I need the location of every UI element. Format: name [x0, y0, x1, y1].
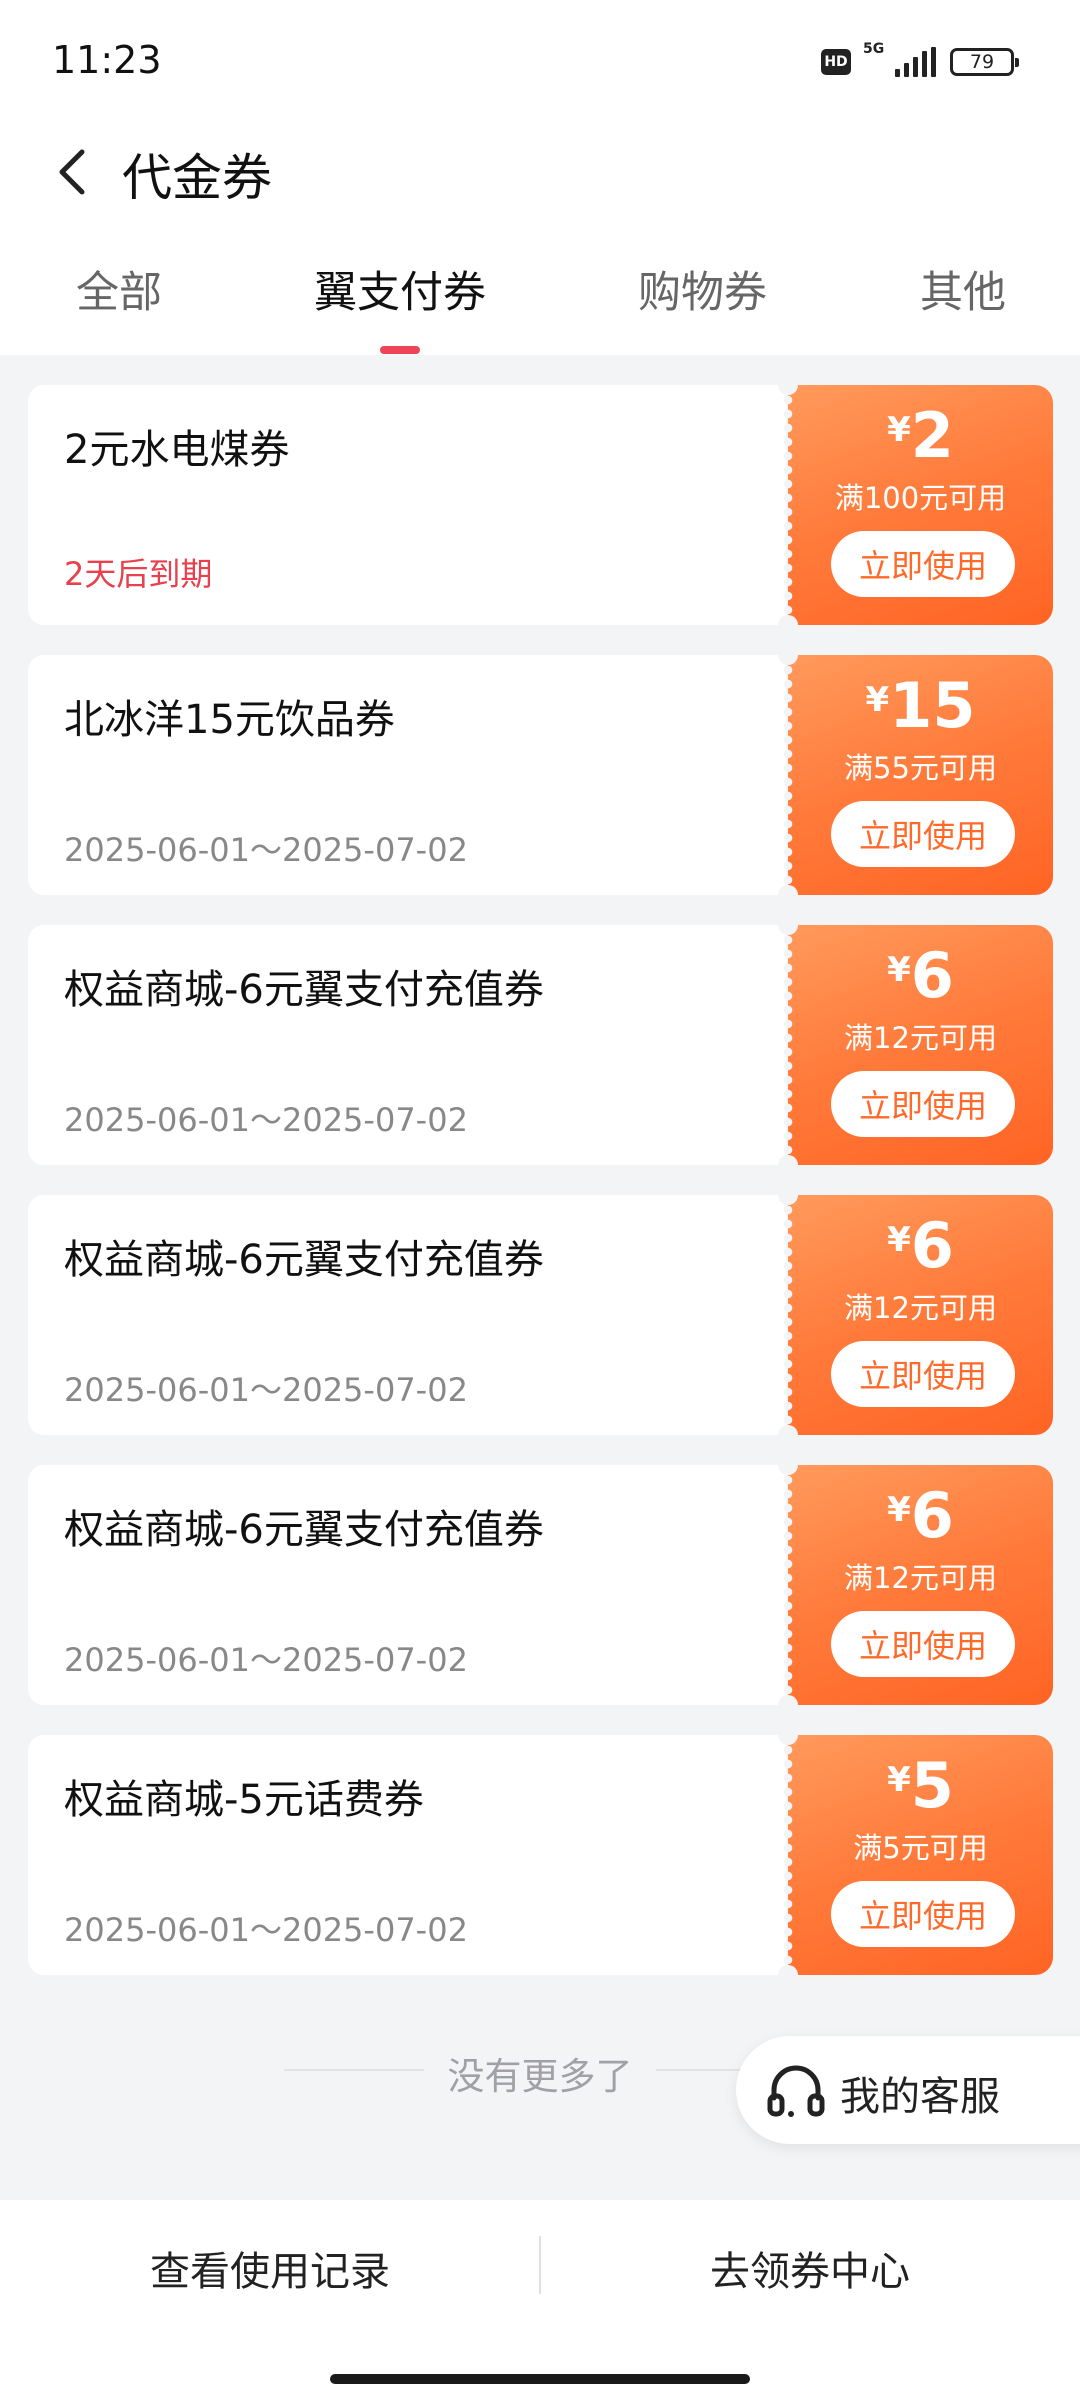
tab-all[interactable]: 全部 — [76, 258, 162, 320]
coupon-card[interactable]: 2元水电煤券 2天后到期 ¥2 满100元可用 立即使用 — [28, 375, 1053, 635]
headset-icon — [766, 2064, 826, 2120]
coupon-validity: 2025-06-01～2025-07-02 — [64, 1371, 468, 1409]
top-area: 11:23 HD 5G 79 代金券 全部 翼支付券 购物券 其他 — [0, 0, 1080, 355]
battery-icon: 79 — [950, 48, 1019, 76]
usage-history-button[interactable]: 查看使用记录 — [0, 2228, 540, 2308]
amount-value: 6 — [910, 1209, 954, 1282]
coupon-value-panel: ¥2 满100元可用 立即使用 — [778, 375, 1053, 635]
coupon-condition: 满12元可用 — [844, 1291, 997, 1325]
customer-service-label: 我的客服 — [840, 2074, 1000, 2120]
coupon-info: 权益商城-6元翼支付充值券 2025-06-01～2025-07-02 — [28, 1195, 786, 1435]
coupon-info: 北冰洋15元饮品券 2025-06-01～2025-07-02 — [28, 655, 786, 895]
coupon-validity: 2025-06-01～2025-07-02 — [64, 1641, 468, 1679]
page-title: 代金券 — [122, 149, 272, 207]
currency-symbol: ¥ — [887, 1490, 911, 1530]
amount-value: 6 — [910, 939, 954, 1012]
customer-service-button[interactable]: 我的客服 — [736, 2036, 1080, 2144]
coupon-condition: 满100元可用 — [834, 481, 1007, 515]
coupon-card[interactable]: 权益商城-5元话费券 2025-06-01～2025-07-02 ¥5 满5元可… — [28, 1725, 1053, 1985]
coupon-info: 2元水电煤券 2天后到期 — [28, 385, 786, 625]
tab-bar: 全部 翼支付券 购物券 其他 — [0, 240, 1080, 355]
coupon-amount: ¥6 — [788, 1209, 1053, 1282]
amount-value: 2 — [910, 399, 954, 472]
coupon-card[interactable]: 权益商城-6元翼支付充值券 2025-06-01～2025-07-02 ¥6 满… — [28, 1455, 1053, 1715]
use-now-button[interactable]: 立即使用 — [831, 801, 1015, 867]
coupon-center-button[interactable]: 去领券中心 — [540, 2228, 1080, 2308]
coupon-value-panel: ¥5 满5元可用 立即使用 — [778, 1725, 1053, 1985]
coupon-condition: 满5元可用 — [853, 1831, 988, 1865]
coupon-amount: ¥6 — [788, 1479, 1053, 1552]
hd-icon: HD — [821, 49, 851, 75]
coupon-validity: 2025-06-01～2025-07-02 — [64, 831, 468, 869]
amount-value: 6 — [910, 1479, 954, 1552]
currency-symbol: ¥ — [887, 1220, 911, 1260]
amount-value: 5 — [910, 1749, 954, 1822]
chevron-left-icon[interactable] — [46, 144, 102, 200]
coupon-condition: 满12元可用 — [844, 1021, 997, 1055]
coupon-amount: ¥2 — [788, 399, 1053, 472]
tab-other[interactable]: 其他 — [920, 258, 1006, 320]
header: 代金券 — [0, 120, 1080, 220]
coupon-value-panel: ¥6 满12元可用 立即使用 — [778, 1455, 1053, 1715]
tab-shopping-coupon[interactable]: 购物券 — [638, 258, 767, 320]
status-icons: HD 5G 79 — [821, 41, 1019, 82]
coupon-card[interactable]: 北冰洋15元饮品券 2025-06-01～2025-07-02 ¥15 满55元… — [28, 645, 1053, 905]
use-now-button[interactable]: 立即使用 — [831, 531, 1015, 597]
bottom-action-bar: 查看使用记录 去领券中心 — [0, 2200, 1080, 2400]
coupon-condition: 满12元可用 — [844, 1561, 997, 1595]
currency-symbol: ¥ — [887, 410, 911, 450]
coupon-card[interactable]: 权益商城-6元翼支付充值券 2025-06-01～2025-07-02 ¥6 满… — [28, 1185, 1053, 1445]
coupon-name: 权益商城-6元翼支付充值券 — [64, 1507, 544, 1553]
coupon-info: 权益商城-5元话费券 2025-06-01～2025-07-02 — [28, 1735, 786, 1975]
coupon-info: 权益商城-6元翼支付充值券 2025-06-01～2025-07-02 — [28, 1465, 786, 1705]
tab-yizhifu-coupon[interactable]: 翼支付券 — [314, 258, 486, 320]
coupon-name: 北冰洋15元饮品券 — [64, 697, 395, 743]
coupon-value-panel: ¥15 满55元可用 立即使用 — [778, 645, 1053, 905]
status-bar: 11:23 HD 5G 79 — [0, 0, 1080, 120]
coupon-card[interactable]: 权益商城-6元翼支付充值券 2025-06-01～2025-07-02 ¥6 满… — [28, 915, 1053, 1175]
network-type-label: 5G — [863, 41, 885, 57]
coupon-amount: ¥15 — [788, 669, 1053, 742]
home-indicator[interactable] — [330, 2374, 750, 2384]
coupon-expiry: 2天后到期 — [64, 555, 213, 593]
coupon-amount: ¥6 — [788, 939, 1053, 1012]
coupon-validity: 2025-06-01～2025-07-02 — [64, 1101, 468, 1139]
amount-value: 15 — [889, 669, 976, 742]
status-time: 11:23 — [52, 38, 162, 82]
currency-symbol: ¥ — [887, 1760, 911, 1800]
coupon-name: 权益商城-6元翼支付充值券 — [64, 967, 544, 1013]
coupon-name: 权益商城-6元翼支付充值券 — [64, 1237, 544, 1283]
signal-icon: 5G — [863, 41, 936, 77]
currency-symbol: ¥ — [887, 950, 911, 990]
use-now-button[interactable]: 立即使用 — [831, 1881, 1015, 1947]
coupon-name: 2元水电煤券 — [64, 427, 290, 473]
coupon-name: 权益商城-5元话费券 — [64, 1777, 424, 1823]
coupon-info: 权益商城-6元翼支付充值券 2025-06-01～2025-07-02 — [28, 925, 786, 1165]
active-tab-indicator — [380, 346, 420, 354]
coupon-value-panel: ¥6 满12元可用 立即使用 — [778, 1185, 1053, 1445]
coupon-validity: 2025-06-01～2025-07-02 — [64, 1911, 468, 1949]
battery-level: 79 — [969, 51, 995, 73]
use-now-button[interactable]: 立即使用 — [831, 1611, 1015, 1677]
use-now-button[interactable]: 立即使用 — [831, 1071, 1015, 1137]
use-now-button[interactable]: 立即使用 — [831, 1341, 1015, 1407]
coupon-condition: 满55元可用 — [844, 751, 997, 785]
coupon-value-panel: ¥6 满12元可用 立即使用 — [778, 915, 1053, 1175]
coupon-amount: ¥5 — [788, 1749, 1053, 1822]
currency-symbol: ¥ — [865, 680, 890, 720]
